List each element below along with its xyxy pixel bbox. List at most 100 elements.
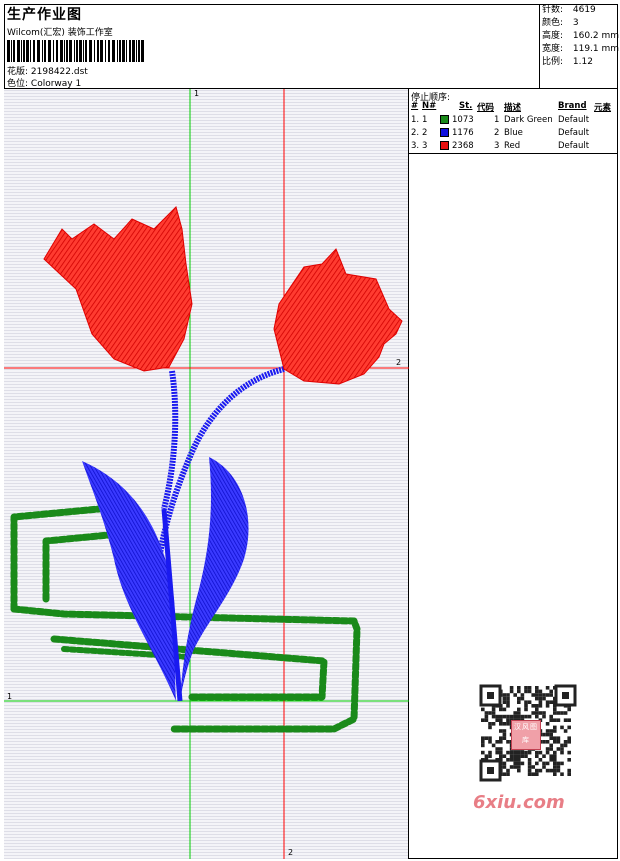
- qr-module: [553, 768, 557, 773]
- qr-module: [545, 700, 550, 704]
- qr-module: [513, 711, 517, 715]
- qr-module: [517, 750, 521, 755]
- qr-module: [553, 750, 557, 755]
- color-swatch: [440, 141, 449, 150]
- red-tulip-left: [43, 206, 193, 372]
- qr-module: [553, 725, 557, 730]
- qr-module: [545, 740, 550, 744]
- qr-module: [527, 686, 532, 690]
- col-description: 描述: [504, 103, 522, 113]
- qr-module: [542, 761, 546, 766]
- cell-description: Blue: [504, 128, 523, 138]
- qr-module: [549, 714, 553, 719]
- qr-module: [531, 711, 535, 715]
- qr-module: [545, 747, 550, 751]
- qr-module: [491, 722, 496, 726]
- qr-module: [535, 750, 539, 755]
- qr-module: [520, 754, 525, 758]
- qr-module: [563, 711, 568, 715]
- qr-module: [549, 729, 553, 733]
- col-code: 代码: [477, 103, 495, 113]
- qr-module: [509, 750, 514, 755]
- qr-module: [567, 707, 571, 712]
- qr-module: [481, 750, 485, 755]
- barcode-bar: [74, 40, 75, 62]
- qr-module: [542, 754, 546, 758]
- qr-module: [556, 747, 561, 751]
- cell-stitches: 1073: [452, 115, 474, 125]
- barcode-bar: [7, 40, 10, 62]
- qr-module: [506, 696, 510, 701]
- qr-module: [506, 772, 510, 776]
- cell-n: 1: [422, 115, 428, 125]
- cell-n: 2: [422, 128, 428, 138]
- qr-module: [484, 754, 489, 758]
- stats-panel: 针数: 4619 颜色: 3 高度: 160.2 mm 宽度: 119.1 mm…: [542, 4, 620, 69]
- green-frame-stitches: [10, 505, 361, 733]
- qr-module: [506, 700, 510, 704]
- cell-n: 3: [422, 141, 428, 151]
- qr-module: [524, 689, 528, 694]
- qr-module: [509, 714, 514, 719]
- qr-module: [527, 758, 532, 762]
- qr-module: [538, 768, 543, 773]
- header: 生产作业图 Wilcom(汇宏) 装饰工作室 花版: 2198422.dst 色…: [4, 4, 620, 89]
- qr-module: [502, 729, 507, 733]
- qr-module: [531, 693, 535, 697]
- qr-module: [506, 740, 510, 744]
- cell-brand: Default: [558, 115, 590, 125]
- qr-module: [549, 700, 553, 704]
- qr-module: [542, 714, 546, 719]
- qr-module: [567, 758, 571, 762]
- qr-module: [517, 714, 521, 719]
- table-row: 2. 2 1176 2 Blue Default: [409, 127, 618, 139]
- barcode-bar: [122, 40, 125, 62]
- qr-module: [560, 743, 564, 748]
- qr-module: [481, 743, 485, 748]
- qr-module: [513, 754, 517, 758]
- qr-module: [549, 754, 553, 758]
- col-index: #: [411, 101, 419, 111]
- qr-module: [567, 768, 571, 773]
- qr-module: [524, 707, 528, 712]
- barcode-bar: [119, 40, 121, 62]
- barcode-bar: [112, 40, 115, 62]
- qr-module: [535, 754, 539, 758]
- qr-module: [531, 765, 535, 769]
- qr-module: [502, 736, 507, 740]
- qr-module: [556, 768, 561, 773]
- qr-module: [535, 689, 539, 694]
- cell-stitches: 1176: [452, 128, 474, 138]
- qr-module: [520, 750, 525, 755]
- qr-module: [542, 765, 546, 769]
- qr-module: [517, 711, 521, 715]
- qr-module: [495, 750, 499, 755]
- color-swatch: [440, 128, 449, 137]
- barcode-bar: [97, 40, 99, 62]
- qr-module: [556, 740, 561, 744]
- qr-module: [563, 743, 568, 748]
- qr-module: [509, 765, 514, 769]
- qr-module: [527, 765, 532, 769]
- cell-code: 2: [494, 128, 500, 138]
- stat-width: 宽度: 119.1 mm: [542, 44, 620, 54]
- qr-module: [488, 722, 492, 726]
- qr-module: [513, 750, 517, 755]
- qr-module: [502, 732, 507, 737]
- qr-module: [517, 696, 521, 701]
- barcode-bar: [11, 40, 12, 62]
- subtitle: Wilcom(汇宏) 装饰工作室: [7, 28, 113, 38]
- barcode-bar: [26, 40, 29, 62]
- qr-module: [535, 693, 539, 697]
- qr-module: [491, 743, 496, 748]
- col-brand: Brand: [558, 101, 587, 111]
- col-element: 元素: [594, 103, 612, 113]
- qr-module: [545, 750, 550, 755]
- qr-module: [535, 772, 539, 776]
- barcode-bar: [44, 40, 46, 62]
- qr-module: [499, 722, 503, 726]
- qr-module: [513, 761, 517, 766]
- qr-module: [509, 754, 514, 758]
- qr-module: [553, 761, 557, 766]
- qr-module: [553, 718, 557, 722]
